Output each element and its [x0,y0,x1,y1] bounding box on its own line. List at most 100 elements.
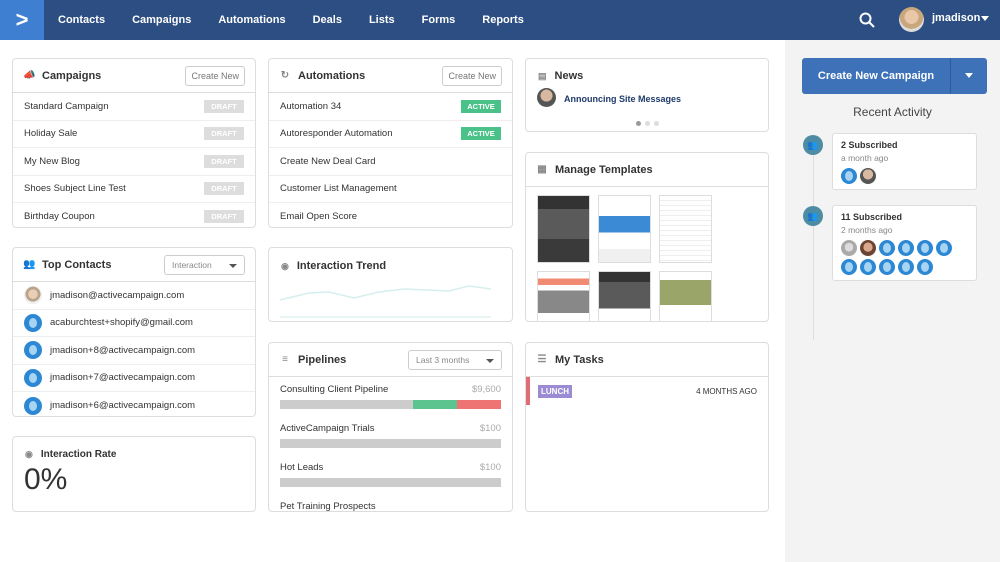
pipeline-name: ActiveCampaign Trials [280,423,375,434]
subscriber-avatar[interactable] [917,240,933,256]
pipeline-value: $9,600 [471,384,501,395]
chevron-down-icon [965,73,973,78]
list-item[interactable]: Customer List Management [269,176,512,203]
list-item[interactable]: Automation 34 ACTIVE [269,93,512,121]
logo-icon[interactable]: > [0,0,44,40]
chevron-down-icon[interactable] [981,16,989,21]
status-badge: DRAFT [204,99,244,113]
nav-forms[interactable]: Forms [422,14,456,26]
contact-email: jmadison+6@activecampaign.com [50,400,196,412]
card-title: Pipelines [298,353,347,366]
user-avatar[interactable] [899,7,924,32]
contact-row[interactable]: jmadison+8@activecampaign.com [13,337,255,365]
filter-lines-icon: ≡ [282,354,288,365]
pipeline-bar-segment [412,400,457,409]
list-item[interactable]: Standard Campaign DRAFT [13,93,255,121]
nav-contacts[interactable]: Contacts [58,14,105,26]
create-campaign-button[interactable]: Create New [185,65,245,86]
pipeline-name: Hot Leads [280,462,324,473]
activity-item[interactable]: 11 Subscribed 2 months ago [832,205,977,281]
subscriber-avatar[interactable] [841,168,857,184]
carousel-dot[interactable] [644,121,650,126]
subscriber-avatar[interactable] [917,259,933,275]
template-thumbnail[interactable] [598,271,651,321]
campaign-name: Holiday Sale [24,128,78,140]
create-automation-button[interactable]: Create New [442,65,502,86]
card-title: Automations [298,69,366,82]
subscriber-avatar[interactable] [841,240,857,256]
megaphone-icon: 📣 [23,70,36,81]
contact-row[interactable]: jmadison+6@activecampaign.com [13,392,255,416]
refresh-icon: ↻ [280,70,290,81]
contact-row[interactable]: jmadison@activecampaign.com [13,282,255,310]
nav-automations[interactable]: Automations [218,14,285,26]
template-thumbnail[interactable] [659,195,712,263]
timeline-line [813,150,814,340]
list-item[interactable]: Create New Deal Card [269,148,512,176]
card-title: Top Contacts [42,258,112,271]
list-item[interactable]: My New Blog DRAFT [13,148,255,176]
pipeline-item[interactable]: Hot Leads $100 [269,455,512,487]
contact-email: jmadison+8@activecampaign.com [50,344,196,356]
subscriber-avatar[interactable] [860,259,876,275]
automation-name: Customer List Management [280,183,397,195]
create-campaign-split-button: Create New Campaign [802,58,987,94]
subscriber-avatar[interactable] [860,240,876,256]
automation-name: Create New Deal Card [280,155,376,167]
pipeline-item[interactable]: Pet Training Prospects [269,494,512,511]
eye-icon: ◉ [281,260,289,271]
list-item[interactable]: Email Open Score [269,203,512,227]
news-headline-link[interactable]: Announcing Site Messages [564,94,681,104]
list-item[interactable]: Shoes Subject Line Test DRAFT [13,176,255,203]
create-new-campaign-button[interactable]: Create New Campaign [802,58,951,94]
contact-row[interactable]: jmadison+7@activecampaign.com [13,365,255,392]
interaction-rate-value: 0% [24,463,68,496]
contacts-sort-select[interactable]: Interaction [164,254,245,275]
nav-reports[interactable]: Reports [482,14,524,26]
campaigns-card: 📣 Campaigns Create New Standard Campaign DR… [12,58,256,228]
campaign-name: My New Blog [24,155,80,167]
select-value: Interaction [172,259,212,270]
news-avatar [537,88,556,107]
search-icon[interactable] [858,11,876,29]
list-item[interactable]: Birthday Coupon DRAFT [13,203,255,227]
contact-row[interactable]: acaburchtest+shopify@gmail.com [13,310,255,337]
subscriber-avatar[interactable] [841,259,857,275]
nav-deals[interactable]: Deals [313,14,342,26]
username[interactable]: jmadison [932,12,980,24]
subscriber-avatar[interactable] [879,259,895,275]
nav-lists[interactable]: Lists [369,14,395,26]
contact-avatar [24,368,42,387]
pipeline-bar-segment [456,400,501,409]
template-thumbnail[interactable] [659,271,712,321]
carousel-dot[interactable] [653,121,659,126]
pipeline-bar [280,478,501,487]
top-nav-bar: > Contacts Campaigns Automations Deals L… [0,0,1000,40]
card-title: News [554,70,584,82]
subscriber-avatar[interactable] [936,240,952,256]
newspaper-icon: ▤ [538,70,547,81]
template-thumbnail[interactable] [537,271,590,321]
contact-email: jmadison+7@activecampaign.com [50,372,196,384]
subscriber-avatar[interactable] [898,259,914,275]
pipeline-bar [280,439,501,448]
pipeline-item[interactable]: ActiveCampaign Trials $100 [269,416,512,448]
pipelines-period-select[interactable]: Last 3 months [408,349,502,370]
activity-time: 2 months ago [841,225,893,235]
nav-campaigns[interactable]: Campaigns [132,14,191,26]
subscriber-avatar[interactable] [860,168,876,184]
subscriber-avatar[interactable] [898,240,914,256]
subscriber-avatar[interactable] [879,240,895,256]
main-nav: Contacts Campaigns Automations Deals Lis… [44,0,537,40]
template-thumbnail[interactable] [598,195,651,263]
list-item[interactable]: Holiday Sale DRAFT [13,121,255,148]
task-row[interactable]: LUNCH 4 MONTHS AGO [526,377,768,405]
activity-item[interactable]: 2 Subscribed a month ago [832,133,977,190]
create-campaign-dropdown[interactable] [951,58,987,94]
template-thumbnail[interactable] [537,195,590,263]
carousel-dot[interactable] [635,121,641,126]
list-item[interactable]: Autoresponder Automation ACTIVE [269,121,512,148]
automation-name: Autoresponder Automation [280,128,393,140]
automation-name: Automation 34 [280,100,342,112]
pipeline-item[interactable]: Consulting Client Pipeline $9,600 [269,377,512,409]
